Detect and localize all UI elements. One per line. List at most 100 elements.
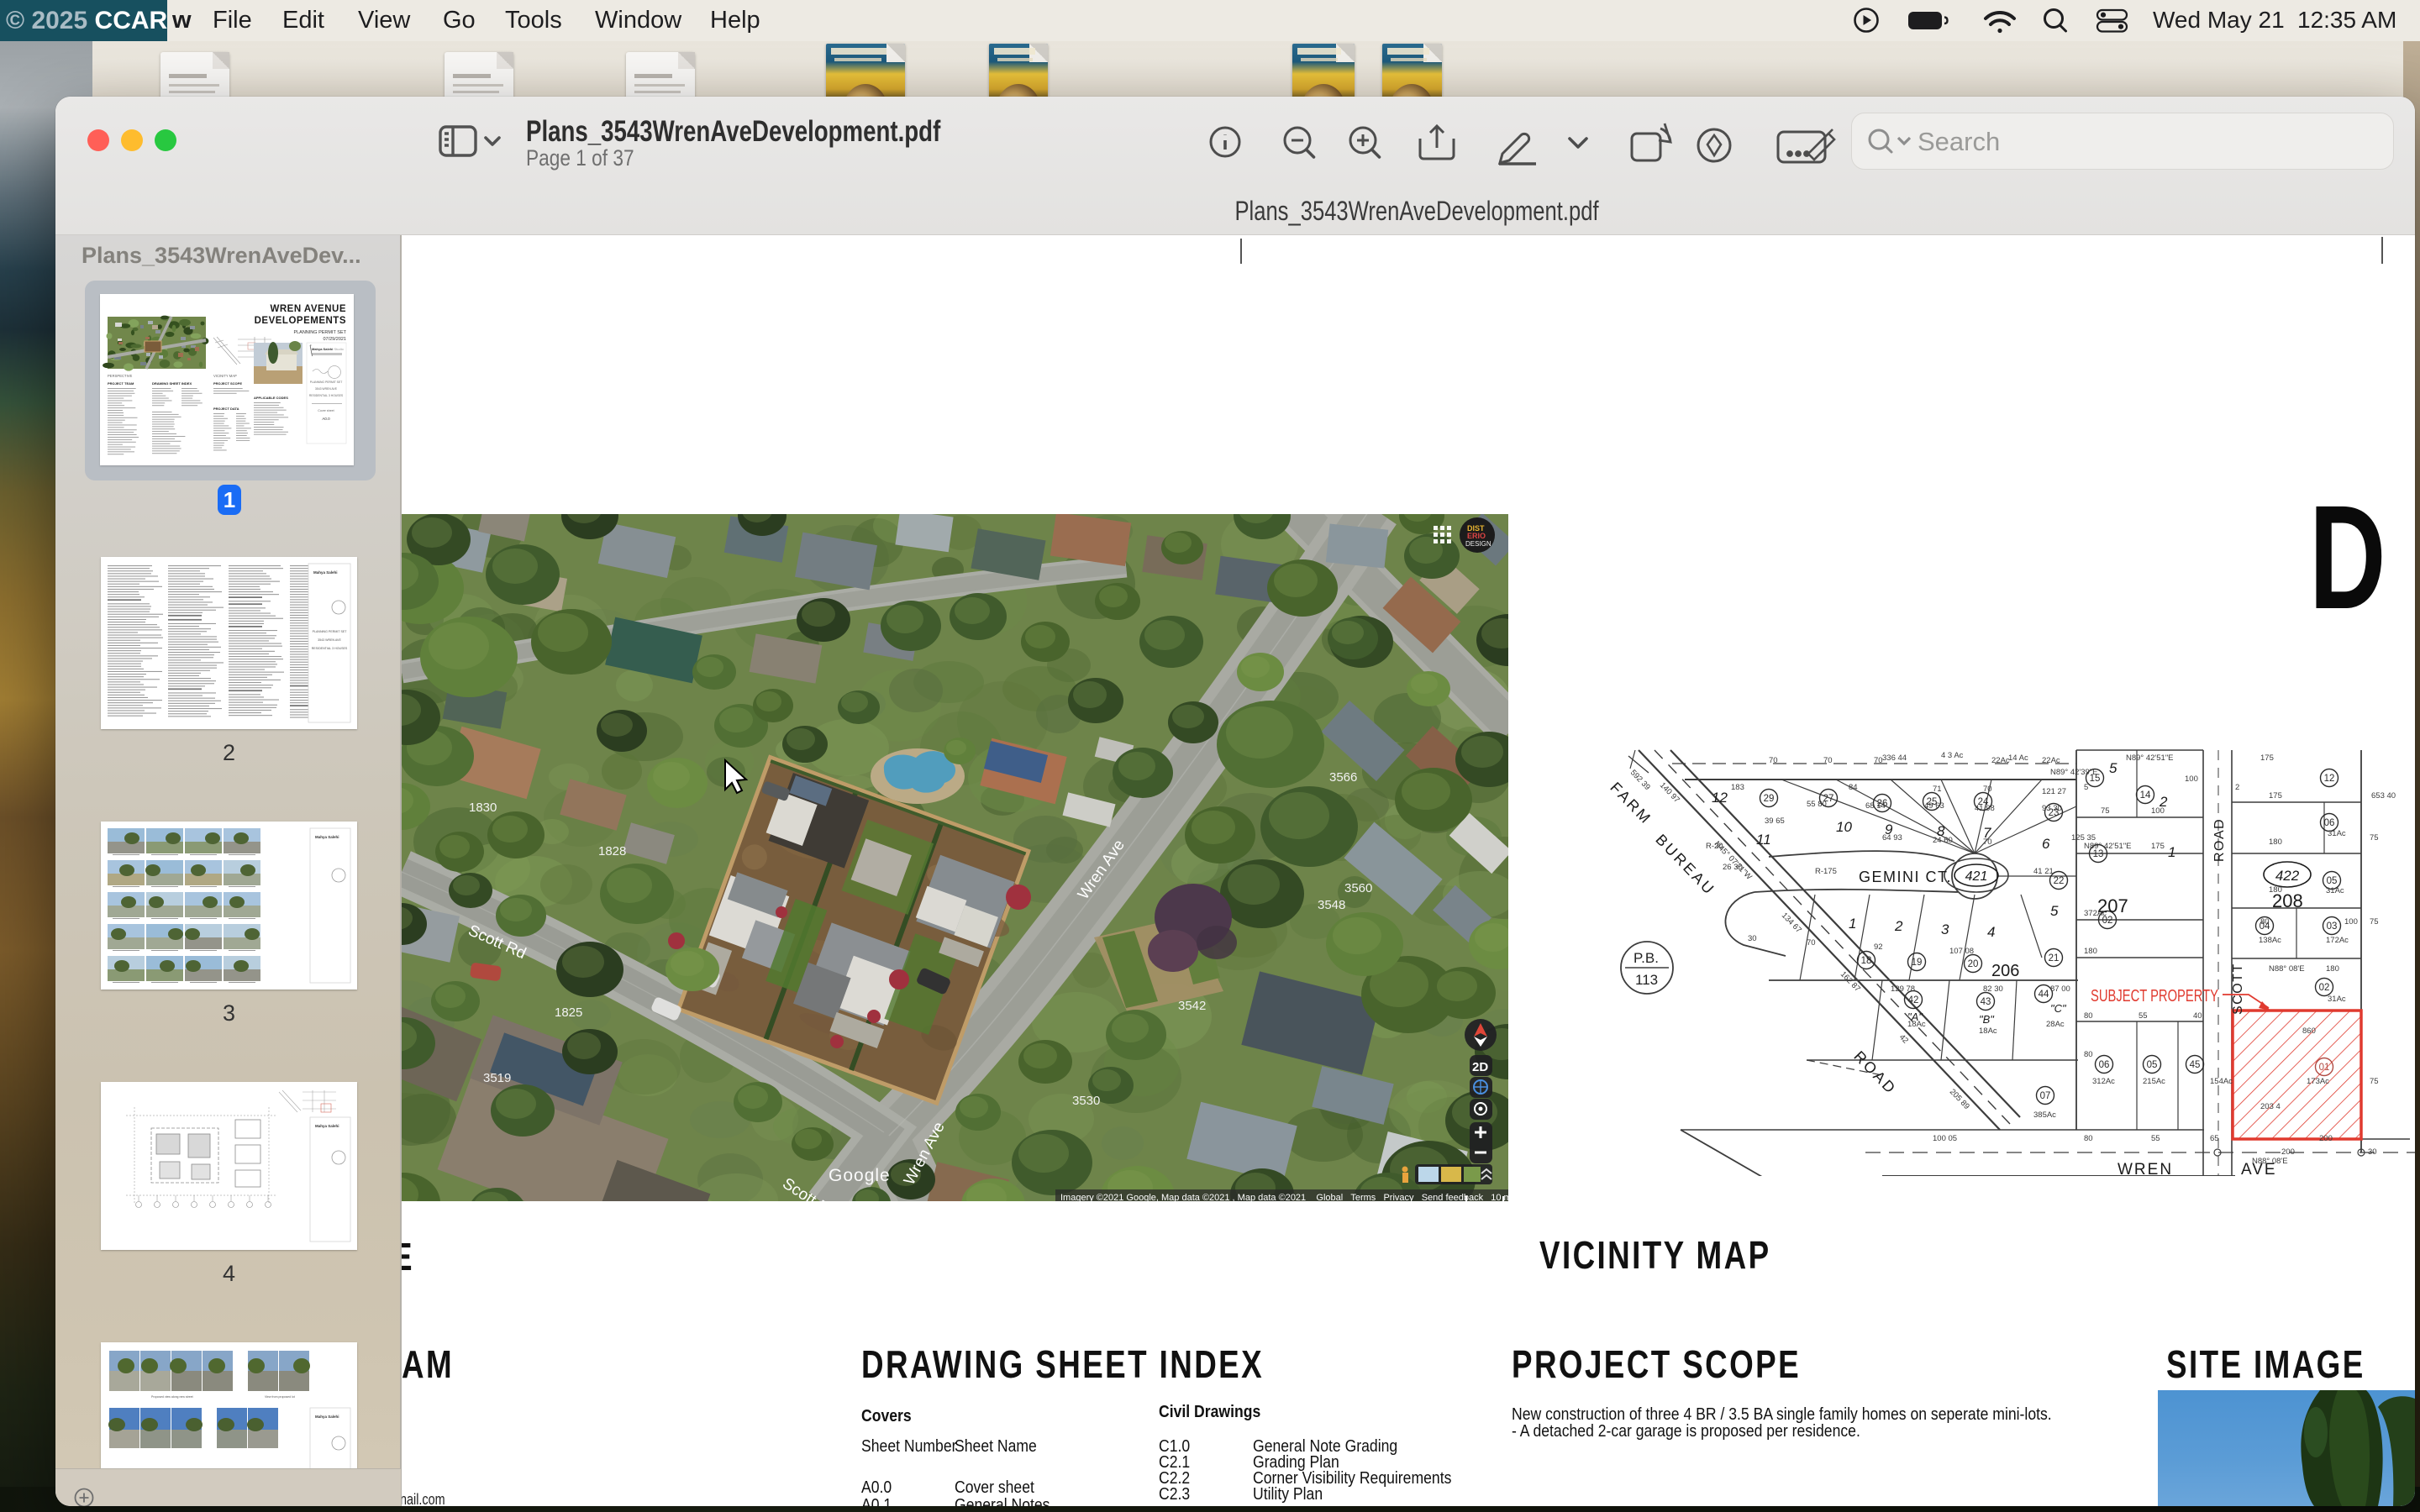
svg-text:WREN: WREN bbox=[2118, 1161, 2173, 1176]
svg-text:82 30: 82 30 bbox=[1983, 984, 2003, 994]
svg-text:65: 65 bbox=[2210, 1134, 2219, 1143]
svg-text:107 08: 107 08 bbox=[1949, 947, 1974, 956]
svg-text:180: 180 bbox=[2269, 885, 2282, 895]
svg-text:172Ac: 172Ac bbox=[2326, 936, 2349, 945]
svg-text:02: 02 bbox=[2319, 983, 2330, 993]
svg-text:ERIO: ERIO bbox=[1467, 532, 1486, 540]
svg-text:55: 55 bbox=[2139, 1011, 2148, 1021]
svg-text:113: 113 bbox=[1635, 972, 1658, 988]
svg-text:49 63: 49 63 bbox=[1924, 801, 1944, 811]
svg-text:24 60: 24 60 bbox=[1933, 836, 1953, 845]
svg-text:42: 42 bbox=[1908, 995, 1919, 1005]
svg-text:View from proposed lot: View from proposed lot bbox=[265, 1395, 295, 1399]
svg-text:4: 4 bbox=[1987, 924, 1995, 940]
svg-text:2D: 2D bbox=[1472, 1060, 1488, 1074]
svg-text:14: 14 bbox=[2140, 790, 2151, 801]
svg-text:RESIDENTIAL 3 HOUSES: RESIDENTIAL 3 HOUSES bbox=[309, 394, 344, 397]
svg-text:29: 29 bbox=[1764, 794, 1775, 804]
svg-text:71: 71 bbox=[1933, 785, 1942, 794]
svg-text:A0.0: A0.0 bbox=[322, 417, 330, 421]
svg-text:385Ac: 385Ac bbox=[2033, 1110, 2056, 1120]
svg-text:180: 180 bbox=[2269, 837, 2282, 847]
svg-text:31Ac: 31Ac bbox=[2326, 886, 2344, 895]
svg-text:100: 100 bbox=[2344, 917, 2358, 927]
svg-text:180: 180 bbox=[2084, 947, 2097, 956]
svg-text:3543 WREN AVE: 3543 WREN AVE bbox=[318, 638, 341, 642]
svg-text:64 93: 64 93 bbox=[1882, 833, 1902, 843]
svg-text:N88° 08'E: N88° 08'E bbox=[2252, 1157, 2288, 1166]
svg-text:215Ac: 215Ac bbox=[2143, 1077, 2165, 1086]
svg-text:Cover sheet: Cover sheet bbox=[318, 409, 334, 412]
svg-text:PERSPECTIVE: PERSPECTIVE bbox=[108, 374, 133, 378]
svg-text:VICINITY MAP: VICINITY MAP bbox=[213, 374, 237, 378]
svg-text:APPLICABLE CODES: APPLICABLE CODES bbox=[254, 396, 288, 400]
svg-text:PROJECT DATA: PROJECT DATA bbox=[213, 407, 239, 411]
svg-text:3: 3 bbox=[1941, 921, 1949, 937]
svg-text:1825: 1825 bbox=[555, 1005, 582, 1020]
svg-text:421: 421 bbox=[1965, 869, 1988, 884]
svg-text:93 30: 93 30 bbox=[2042, 804, 2062, 813]
svg-text:"B": "B" bbox=[1979, 1013, 1995, 1026]
svg-text:80: 80 bbox=[2084, 1134, 2093, 1143]
svg-text:40: 40 bbox=[2193, 1011, 2202, 1021]
svg-text:10: 10 bbox=[1836, 819, 1852, 835]
svg-text:21: 21 bbox=[2049, 953, 2060, 963]
svg-text:20: 20 bbox=[1968, 959, 1979, 969]
svg-text:80: 80 bbox=[2260, 917, 2270, 927]
svg-text:18Ac: 18Ac bbox=[1979, 1026, 1997, 1036]
svg-text:68 14: 68 14 bbox=[1865, 801, 1886, 811]
svg-text:41 21: 41 21 bbox=[2033, 867, 2054, 876]
svg-text:12: 12 bbox=[2324, 774, 2335, 784]
svg-text:75: 75 bbox=[2370, 1077, 2379, 1086]
svg-text:3519: 3519 bbox=[483, 1071, 511, 1085]
svg-text:31Ac: 31Ac bbox=[2328, 995, 2346, 1004]
svg-text:3530: 3530 bbox=[1072, 1094, 1100, 1108]
svg-text:30: 30 bbox=[2368, 1147, 2377, 1157]
svg-text:Proposed view along new street: Proposed view along new street bbox=[151, 1395, 193, 1399]
svg-text:200: 200 bbox=[2319, 1134, 2333, 1143]
svg-text:PROJECT TEAM: PROJECT TEAM bbox=[108, 381, 134, 386]
svg-text:84: 84 bbox=[1849, 783, 1858, 792]
svg-text:1828: 1828 bbox=[598, 844, 626, 858]
svg-text:11: 11 bbox=[1756, 832, 1771, 848]
svg-text:DEVELOPEMENTS: DEVELOPEMENTS bbox=[255, 316, 346, 326]
svg-text:75: 75 bbox=[2370, 833, 2379, 843]
svg-text:175: 175 bbox=[2260, 753, 2274, 763]
svg-text:41 98: 41 98 bbox=[1975, 804, 1995, 813]
svg-text:372Ac: 372Ac bbox=[2084, 909, 2107, 918]
svg-text:28Ac: 28Ac bbox=[2046, 1020, 2065, 1029]
svg-text:45: 45 bbox=[2190, 1060, 2201, 1070]
svg-text:05: 05 bbox=[2147, 1060, 2158, 1070]
svg-text:75: 75 bbox=[2101, 806, 2110, 816]
svg-text:DESIGN: DESIGN bbox=[1465, 540, 1491, 548]
svg-text:5: 5 bbox=[2084, 783, 2088, 792]
svg-text:175: 175 bbox=[2269, 791, 2282, 801]
svg-text:PLANNING PERMIT SET: PLANNING PERMIT SET bbox=[313, 630, 348, 633]
svg-text:175: 175 bbox=[2151, 842, 2165, 851]
svg-text:1: 1 bbox=[1849, 916, 1856, 932]
svg-text:129 78: 129 78 bbox=[1891, 984, 1915, 994]
svg-text:30: 30 bbox=[1748, 934, 1757, 943]
svg-text:06: 06 bbox=[2099, 1060, 2110, 1070]
svg-text:Mahya Salehi: Mahya Salehi bbox=[315, 835, 339, 839]
svg-text:70: 70 bbox=[1807, 938, 1816, 948]
svg-text:70: 70 bbox=[1983, 837, 1992, 847]
svg-text:87 00: 87 00 bbox=[2050, 984, 2070, 994]
svg-text:43: 43 bbox=[1981, 997, 1991, 1007]
svg-text:22: 22 bbox=[2054, 876, 2065, 886]
svg-text:WREN AVENUE: WREN AVENUE bbox=[271, 304, 346, 314]
svg-text:PROJECT SCOPE: PROJECT SCOPE bbox=[213, 381, 242, 386]
svg-text:2: 2 bbox=[2235, 783, 2239, 792]
svg-text:14 Ac: 14 Ac bbox=[2008, 753, 2028, 763]
svg-text:Imagery ©2021 Google, Map data: Imagery ©2021 Google, Map data ©2021 , M… bbox=[1060, 1193, 1508, 1201]
svg-text:312Ac: 312Ac bbox=[2092, 1077, 2115, 1086]
svg-text:22Ac: 22Ac bbox=[1991, 756, 2010, 765]
svg-text:Mahya Salehi: Mahya Salehi bbox=[313, 570, 338, 575]
svg-text:5: 5 bbox=[2050, 903, 2059, 919]
svg-text:Google: Google bbox=[829, 1166, 891, 1185]
svg-text:2: 2 bbox=[1894, 918, 1903, 934]
svg-text:Mahya Salehi Studio: Mahya Salehi Studio bbox=[312, 347, 345, 351]
svg-text:01: 01 bbox=[2319, 1063, 2330, 1073]
svg-text:07: 07 bbox=[2040, 1091, 2051, 1101]
svg-text:GEMINI CT.: GEMINI CT. bbox=[1859, 869, 1952, 885]
